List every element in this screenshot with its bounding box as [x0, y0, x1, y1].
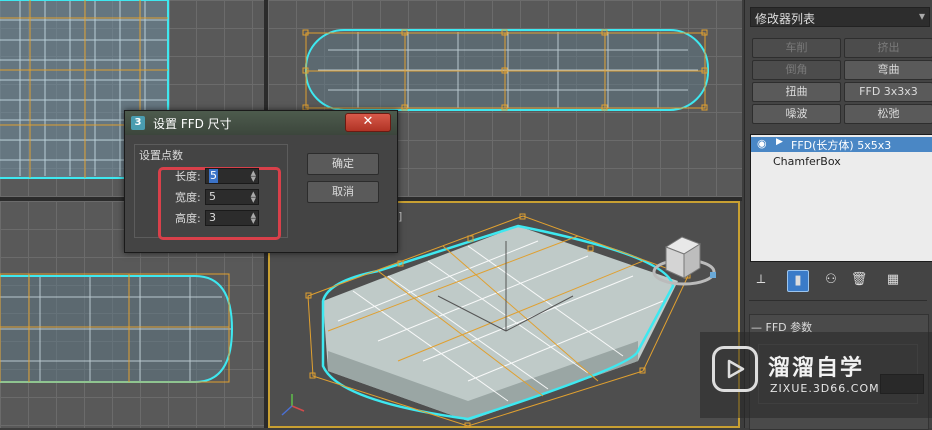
modifier-button-ffd333[interactable]: FFD 3x3x3: [844, 82, 932, 102]
play-icon: [727, 359, 745, 379]
modifier-list-dropdown[interactable]: 修改器列表 ▾: [750, 7, 930, 27]
watermark-url: ZIXUE.3D66.COM: [770, 382, 880, 395]
watermark: 溜溜自学 ZIXUE.3D66.COM: [700, 332, 932, 418]
stack-item-chamferbox[interactable]: ChamferBox: [751, 154, 932, 169]
set-ffd-dimensions-dialog: 3 设置 FFD 尺寸 ✕ 设置点数 长度: 5 ▲ ▼ 宽度: 5 ▲ ▼ 高度:…: [124, 110, 398, 253]
spinner-arrows-icon[interactable]: ▲ ▼: [251, 170, 256, 183]
watermark-logo: [712, 346, 758, 392]
panel-divider: [749, 300, 927, 301]
modifier-button-relax[interactable]: 松弛: [844, 104, 932, 124]
viewcube[interactable]: [652, 232, 720, 292]
ok-button[interactable]: 确定: [307, 153, 379, 175]
modifier-list-label: 修改器列表: [755, 12, 816, 26]
remove-modifier-icon[interactable]: 🗑: [849, 270, 869, 290]
stack-item-ffd-label: FFD(长方体) 5x5x3: [791, 139, 892, 152]
width-label: 宽度:: [175, 191, 201, 204]
modifier-button-lathe[interactable]: 车削: [752, 38, 841, 58]
watermark-title: 溜溜自学: [768, 356, 865, 381]
dialog-title: 设置 FFD 尺寸: [153, 117, 232, 131]
pin-stack-icon[interactable]: ⟂: [751, 270, 771, 290]
viewcube-icon: [652, 236, 716, 286]
width-spinner[interactable]: 5 ▲ ▼: [205, 189, 259, 205]
spinner-arrows-icon[interactable]: ▲ ▼: [251, 212, 256, 225]
chevron-down-icon: ▾: [918, 9, 925, 23]
width-value[interactable]: 5: [209, 190, 216, 204]
set-points-group-label: 设置点数: [137, 147, 185, 163]
modifier-button-bevel[interactable]: 倒角: [752, 60, 841, 80]
dialog-titlebar[interactable]: 3 设置 FFD 尺寸 ✕: [125, 111, 397, 135]
close-button[interactable]: ✕: [345, 113, 391, 132]
length-value[interactable]: 5: [209, 169, 218, 183]
modifier-button-noise[interactable]: 噪波: [752, 104, 841, 124]
height-spinner[interactable]: 3 ▲ ▼: [205, 210, 259, 226]
spinner-arrows-icon[interactable]: ▲ ▼: [251, 191, 256, 204]
length-spinner[interactable]: 5 ▲ ▼: [205, 168, 259, 184]
eye-icon[interactable]: ◉: [757, 137, 767, 150]
3dsmax-app-icon: 3: [131, 116, 145, 130]
expand-triangle-icon[interactable]: ▶: [776, 137, 783, 147]
modifier-button-twist[interactable]: 扭曲: [752, 82, 841, 102]
stack-item-ffd[interactable]: ◉ ▶ FFD(长方体) 5x5x3: [751, 137, 932, 152]
modifier-button-extrude[interactable]: 挤出: [844, 38, 932, 58]
modifier-stack[interactable]: ◉ ▶ FFD(长方体) 5x5x3 ChamferBox: [750, 134, 932, 262]
close-icon: ✕: [362, 114, 374, 129]
height-value[interactable]: 3: [209, 211, 216, 225]
height-label: 高度:: [175, 212, 201, 225]
length-label: 长度:: [175, 170, 201, 183]
show-end-result-icon[interactable]: ▮: [787, 270, 809, 292]
make-unique-icon[interactable]: ⚇: [821, 270, 841, 290]
ffd-params-rollout-title[interactable]: — FFD 参数: [751, 319, 921, 334]
cancel-button[interactable]: 取消: [307, 181, 379, 203]
configure-sets-icon[interactable]: ▦: [883, 270, 903, 290]
viewport-bracket: ]: [398, 210, 403, 223]
stack-item-chamferbox-label: ChamferBox: [773, 155, 841, 168]
modifier-button-bend[interactable]: 弯曲: [844, 60, 932, 80]
